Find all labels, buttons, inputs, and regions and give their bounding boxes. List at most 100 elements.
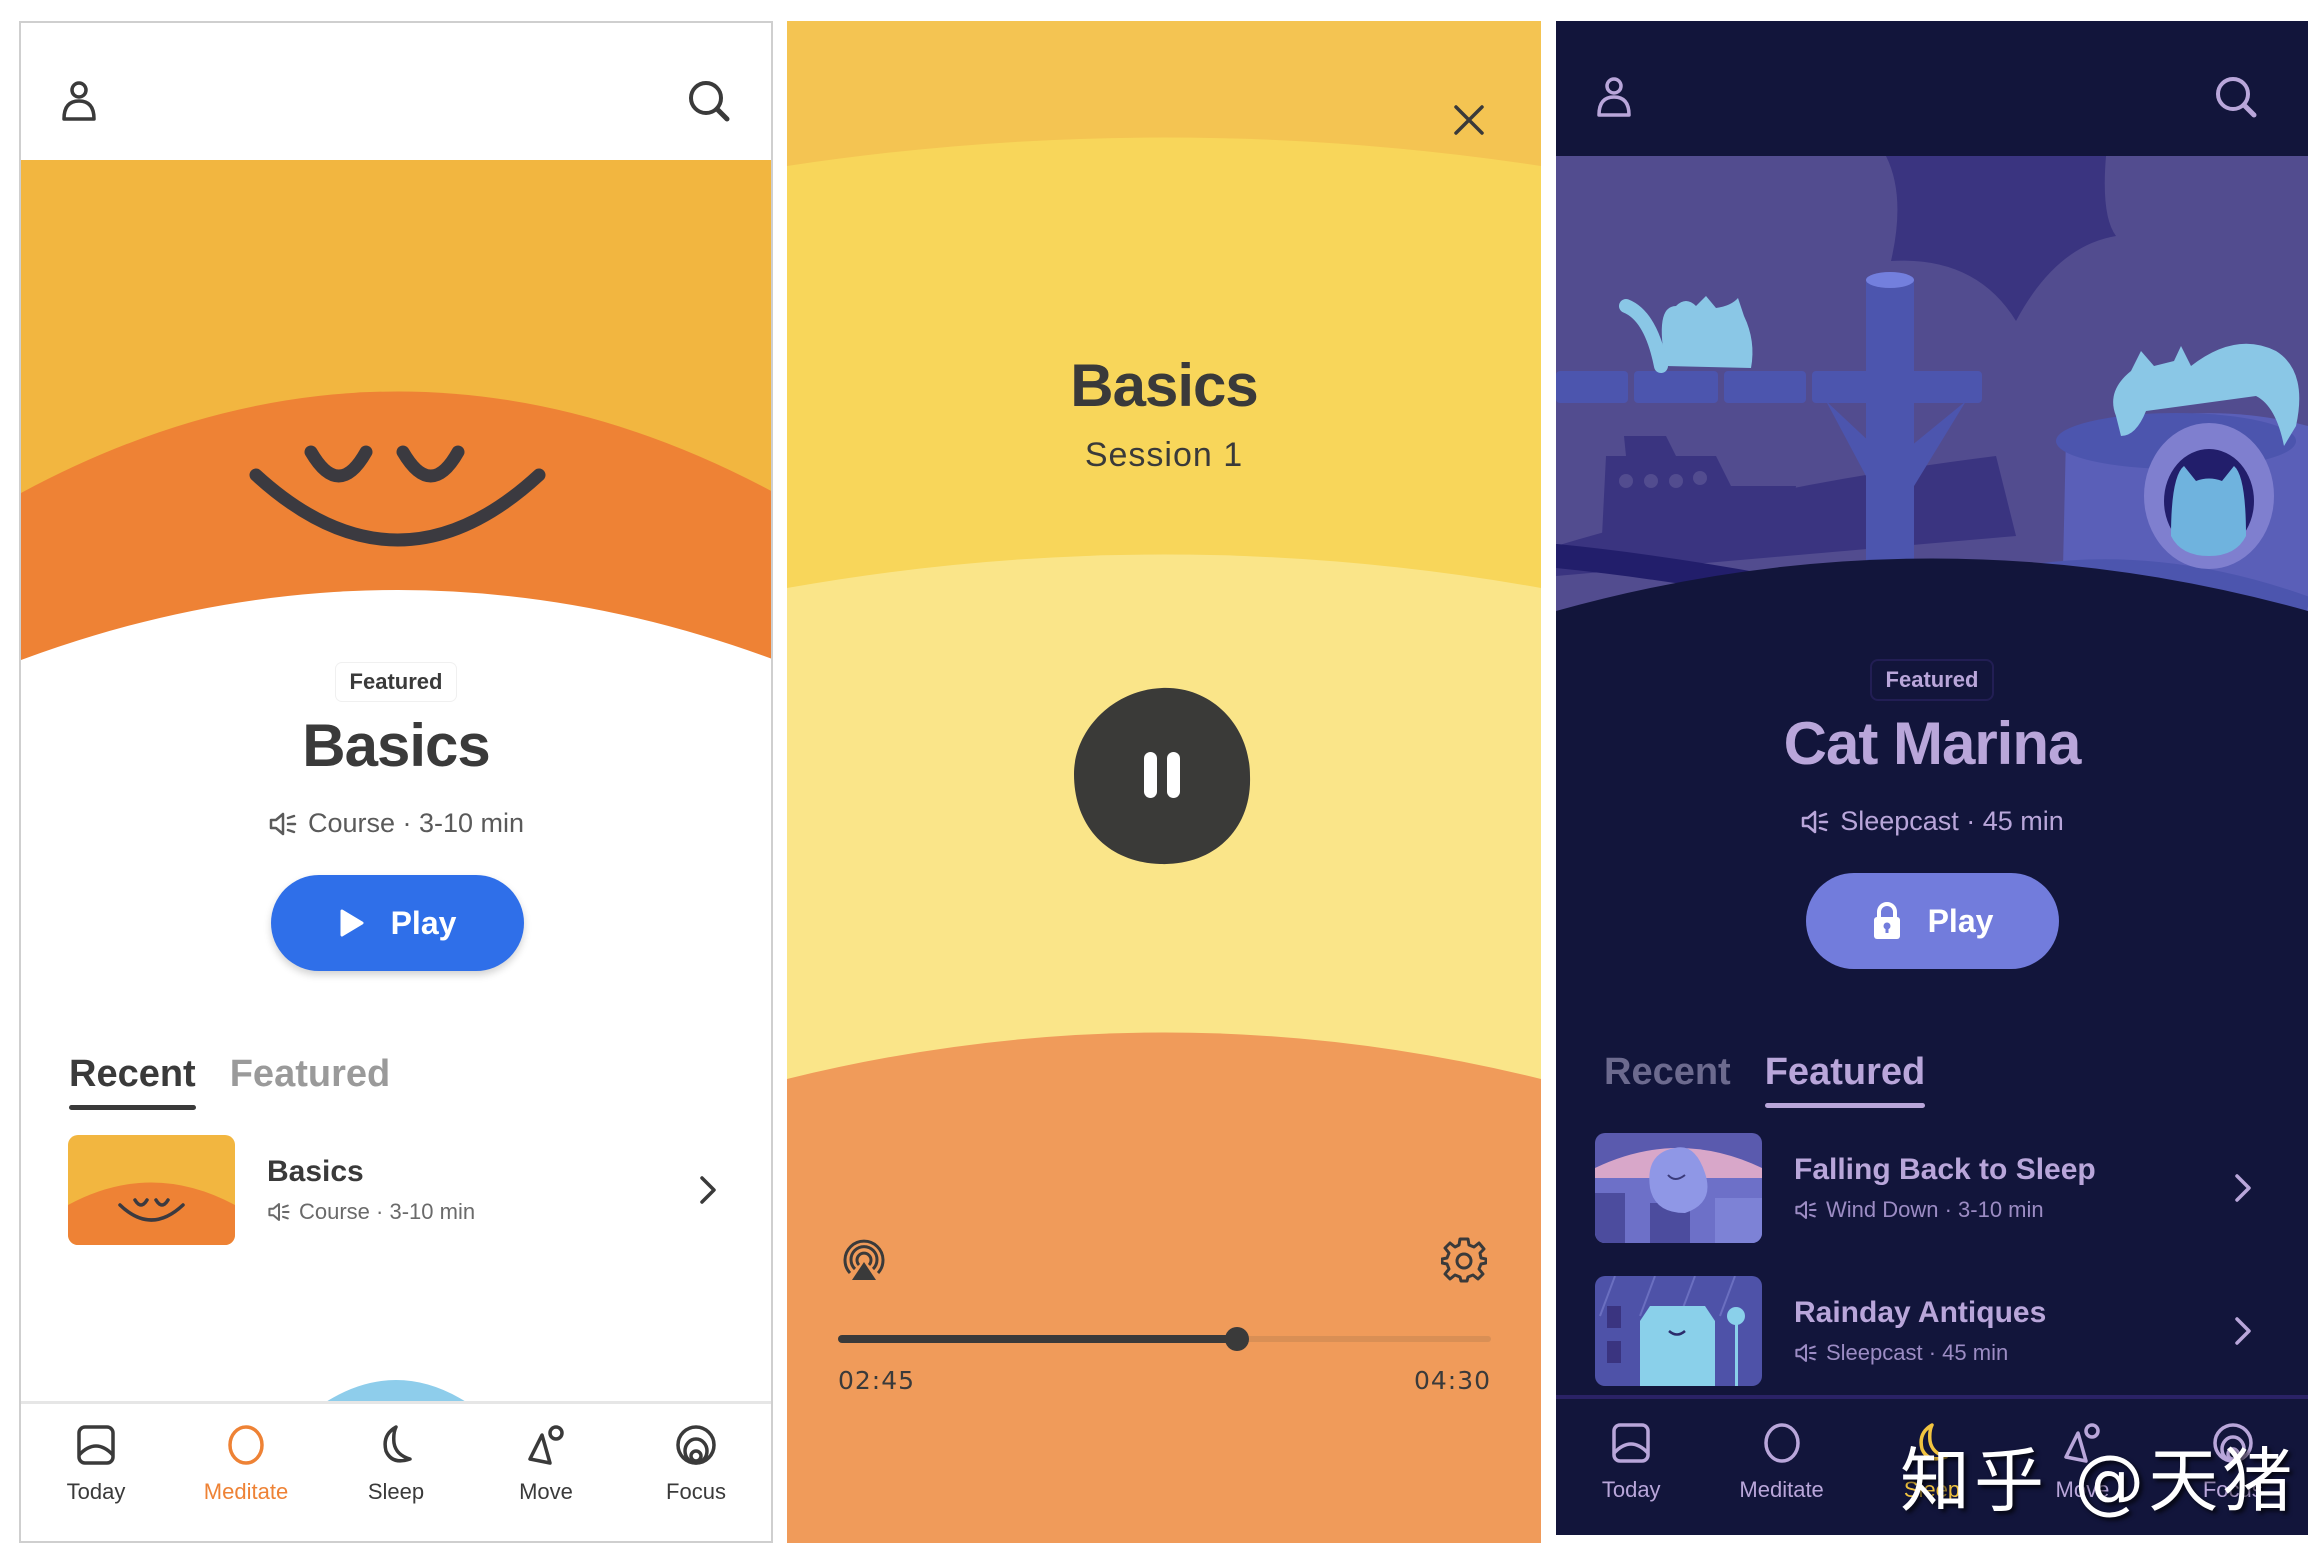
tab-featured-label: Featured	[1764, 1051, 1926, 1093]
list-item[interactable]: Falling Back to Sleep Wind Down · 3-10 m…	[1595, 1133, 2263, 1243]
player-title: Basics	[1070, 352, 1258, 419]
chevron-right-icon[interactable]	[2223, 1168, 2263, 1208]
speaker-icon	[1801, 810, 1829, 833]
session-title: Basics	[302, 712, 490, 779]
hero-illustration	[1556, 156, 2308, 676]
list-item-subtitle: Course · 3-10 min	[267, 1199, 688, 1225]
tab-featured[interactable]: Featured	[1764, 1051, 1926, 1108]
list-item-subtitle-text: Sleepcast · 45 min	[1826, 1340, 2009, 1365]
chevron-right-icon[interactable]	[2223, 1311, 2263, 1351]
player-screen: Basics Session 1 02:45 04:30	[787, 21, 1541, 1543]
featured-badge-wrap: Featured	[1556, 661, 2308, 699]
nav-meditate-label: Meditate	[203, 1479, 289, 1504]
meditate-screen: Featured Basics Course · 3-10 min Play R…	[19, 21, 773, 1543]
nav-today[interactable]: Today	[1556, 1421, 1706, 1503]
list-item-title: Basics	[267, 1155, 364, 1188]
list-item-text: Basics Course · 3-10 min	[267, 1155, 688, 1225]
nav-meditate[interactable]: Meditate	[1706, 1421, 1856, 1503]
nav-focus[interactable]: Focus	[621, 1423, 771, 1505]
speaker-icon	[1795, 1344, 1817, 1362]
tab-featured-label: Featured	[229, 1053, 391, 1095]
play-icon	[340, 909, 364, 937]
nav-meditate[interactable]: Meditate	[171, 1423, 321, 1505]
tab-recent-label: Recent	[69, 1053, 196, 1095]
nav-sleep[interactable]: Sleep	[321, 1423, 471, 1505]
top-bar	[21, 23, 771, 160]
play-button[interactable]: Play	[271, 875, 524, 971]
nav-divider	[21, 1401, 771, 1404]
session-meta: Course · 3-10 min	[21, 808, 771, 839]
nav-today[interactable]: Today	[21, 1423, 171, 1505]
list-item-text: Falling Back to Sleep Wind Down · 3-10 m…	[1794, 1153, 2223, 1223]
nav-today-label: Today	[66, 1479, 126, 1504]
list-item-text: Rainday Antiques Sleepcast · 45 min	[1794, 1296, 2223, 1366]
featured-badge: Featured	[335, 663, 457, 701]
search-button[interactable]	[679, 71, 739, 131]
tab-recent[interactable]: Recent	[69, 1053, 196, 1110]
hero-illustration	[21, 160, 771, 680]
speaker-icon	[269, 812, 297, 835]
locked-play-button[interactable]: Play	[1806, 873, 2059, 969]
sleepcast-title: Cat Marina	[1783, 710, 2082, 777]
list-item[interactable]: Basics Course · 3-10 min	[68, 1135, 728, 1245]
play-label: Play	[390, 904, 457, 941]
today-icon	[77, 1425, 115, 1465]
player-subtitle: Session 1	[1084, 436, 1244, 474]
moon-icon	[383, 1425, 412, 1463]
list-item-title: Falling Back to Sleep	[1794, 1153, 2096, 1186]
pause-button[interactable]	[1072, 686, 1252, 866]
nav-today-label: Today	[1601, 1477, 1661, 1502]
content-tabs: Recent Featured	[1604, 1051, 1926, 1108]
nav-focus-label: Focus	[666, 1479, 726, 1504]
progress-slider[interactable]	[838, 1327, 1491, 1351]
search-button[interactable]	[2206, 67, 2266, 127]
focus-icon	[676, 1425, 716, 1465]
falling-back-to-sleep-thumbnail	[1595, 1133, 1762, 1243]
nav-meditate-label: Meditate	[1739, 1477, 1824, 1502]
list-item-title: Rainday Antiques	[1794, 1296, 2047, 1329]
sleep-screen: Featured Cat Marina Sleepcast · 45 min P…	[1556, 21, 2308, 1535]
bottom-nav: Today Meditate Sleep Move Focus	[21, 1423, 771, 1505]
today-icon	[1612, 1423, 1650, 1463]
close-button[interactable]	[1442, 93, 1496, 147]
session-meta-text: Course · 3-10 min	[307, 808, 525, 838]
nav-sleep-label: Sleep	[367, 1479, 425, 1504]
speaker-icon	[1795, 1201, 1817, 1219]
nav-move-label: Move	[519, 1479, 573, 1504]
meditate-icon	[228, 1425, 264, 1465]
progress-fill	[838, 1335, 1237, 1343]
move-icon	[528, 1425, 564, 1465]
list-item-subtitle-text: Wind Down · 3-10 min	[1826, 1197, 2044, 1222]
nav-move[interactable]: Move	[471, 1423, 621, 1505]
profile-button[interactable]	[1584, 67, 1644, 127]
nav-divider	[1556, 1395, 2308, 1399]
settings-button[interactable]	[1437, 1233, 1491, 1287]
featured-badge: Featured	[1871, 661, 1993, 699]
profile-button[interactable]	[49, 71, 109, 131]
tab-recent-label: Recent	[1604, 1051, 1731, 1093]
sleepcast-meta-text: Sleepcast · 45 min	[1840, 806, 2064, 836]
tab-featured[interactable]: Featured	[230, 1053, 390, 1104]
airplay-button[interactable]	[837, 1233, 891, 1287]
basics-thumbnail	[68, 1135, 235, 1245]
person-icon	[1597, 77, 1631, 117]
lock-icon	[1873, 902, 1900, 939]
total-duration: 04:30	[1413, 1366, 1491, 1395]
chevron-right-icon[interactable]	[688, 1170, 728, 1210]
search-icon	[2216, 77, 2257, 118]
search-icon	[689, 81, 730, 122]
progress-thumb[interactable]	[1224, 1327, 1249, 1351]
watermark: 知乎 @天猪	[1900, 1440, 2297, 1522]
list-item-subtitle: Wind Down · 3-10 min	[1794, 1197, 2223, 1223]
partial-illustration	[281, 1363, 511, 1403]
list-item-subtitle: Sleepcast · 45 min	[1794, 1340, 2223, 1366]
meditate-icon	[1763, 1423, 1800, 1463]
elapsed-time: 02:45	[838, 1366, 916, 1395]
content-tabs: Recent Featured	[69, 1053, 390, 1110]
rainday-antiques-thumbnail	[1595, 1276, 1762, 1386]
featured-badge-wrap: Featured	[21, 663, 771, 701]
tab-recent[interactable]: Recent	[1604, 1051, 1731, 1102]
list-item[interactable]: Rainday Antiques Sleepcast · 45 min	[1595, 1276, 2263, 1386]
list-item-subtitle-text: Course · 3-10 min	[299, 1199, 476, 1224]
sleepcast-meta: Sleepcast · 45 min	[1556, 806, 2308, 837]
